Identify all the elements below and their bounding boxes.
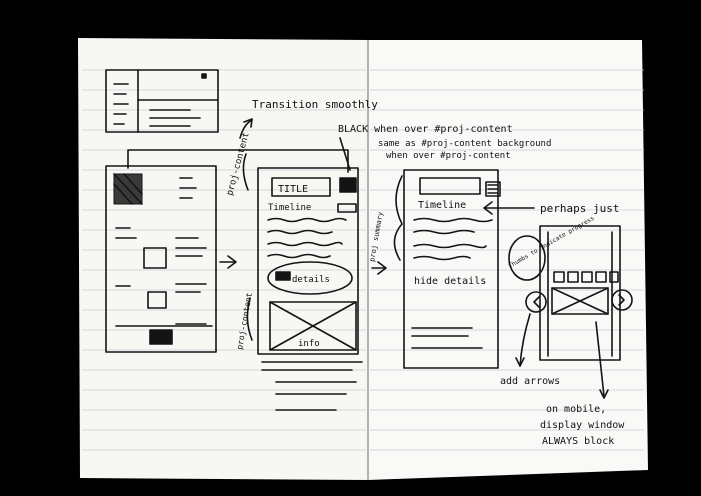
note-mobile-3: ALWAYS block [542, 436, 614, 447]
note-perhaps-just: perhaps just [540, 202, 619, 215]
note-add-arrows: add arrows [500, 376, 560, 387]
note-same-as: same as #proj-content background [378, 139, 551, 149]
title-box-label: TITLE [278, 184, 308, 195]
hide-details-label: hide details [414, 276, 486, 287]
note-transition: Transition smoothly [252, 98, 378, 111]
note-black-over: BLACK when over #proj-content [338, 124, 513, 135]
note-when-over: when over #proj-content [386, 151, 511, 161]
info-label: info [298, 339, 320, 349]
timeline-label-right: Timeline [418, 200, 466, 211]
notebook-sketch: Transition smoothly BLACK when over #pro… [78, 38, 648, 480]
note-mobile-2: display window [540, 420, 625, 431]
details-label: details [292, 275, 330, 285]
timeline-label-center: Timeline [268, 203, 311, 213]
note-mobile-1: on mobile, [546, 404, 606, 415]
